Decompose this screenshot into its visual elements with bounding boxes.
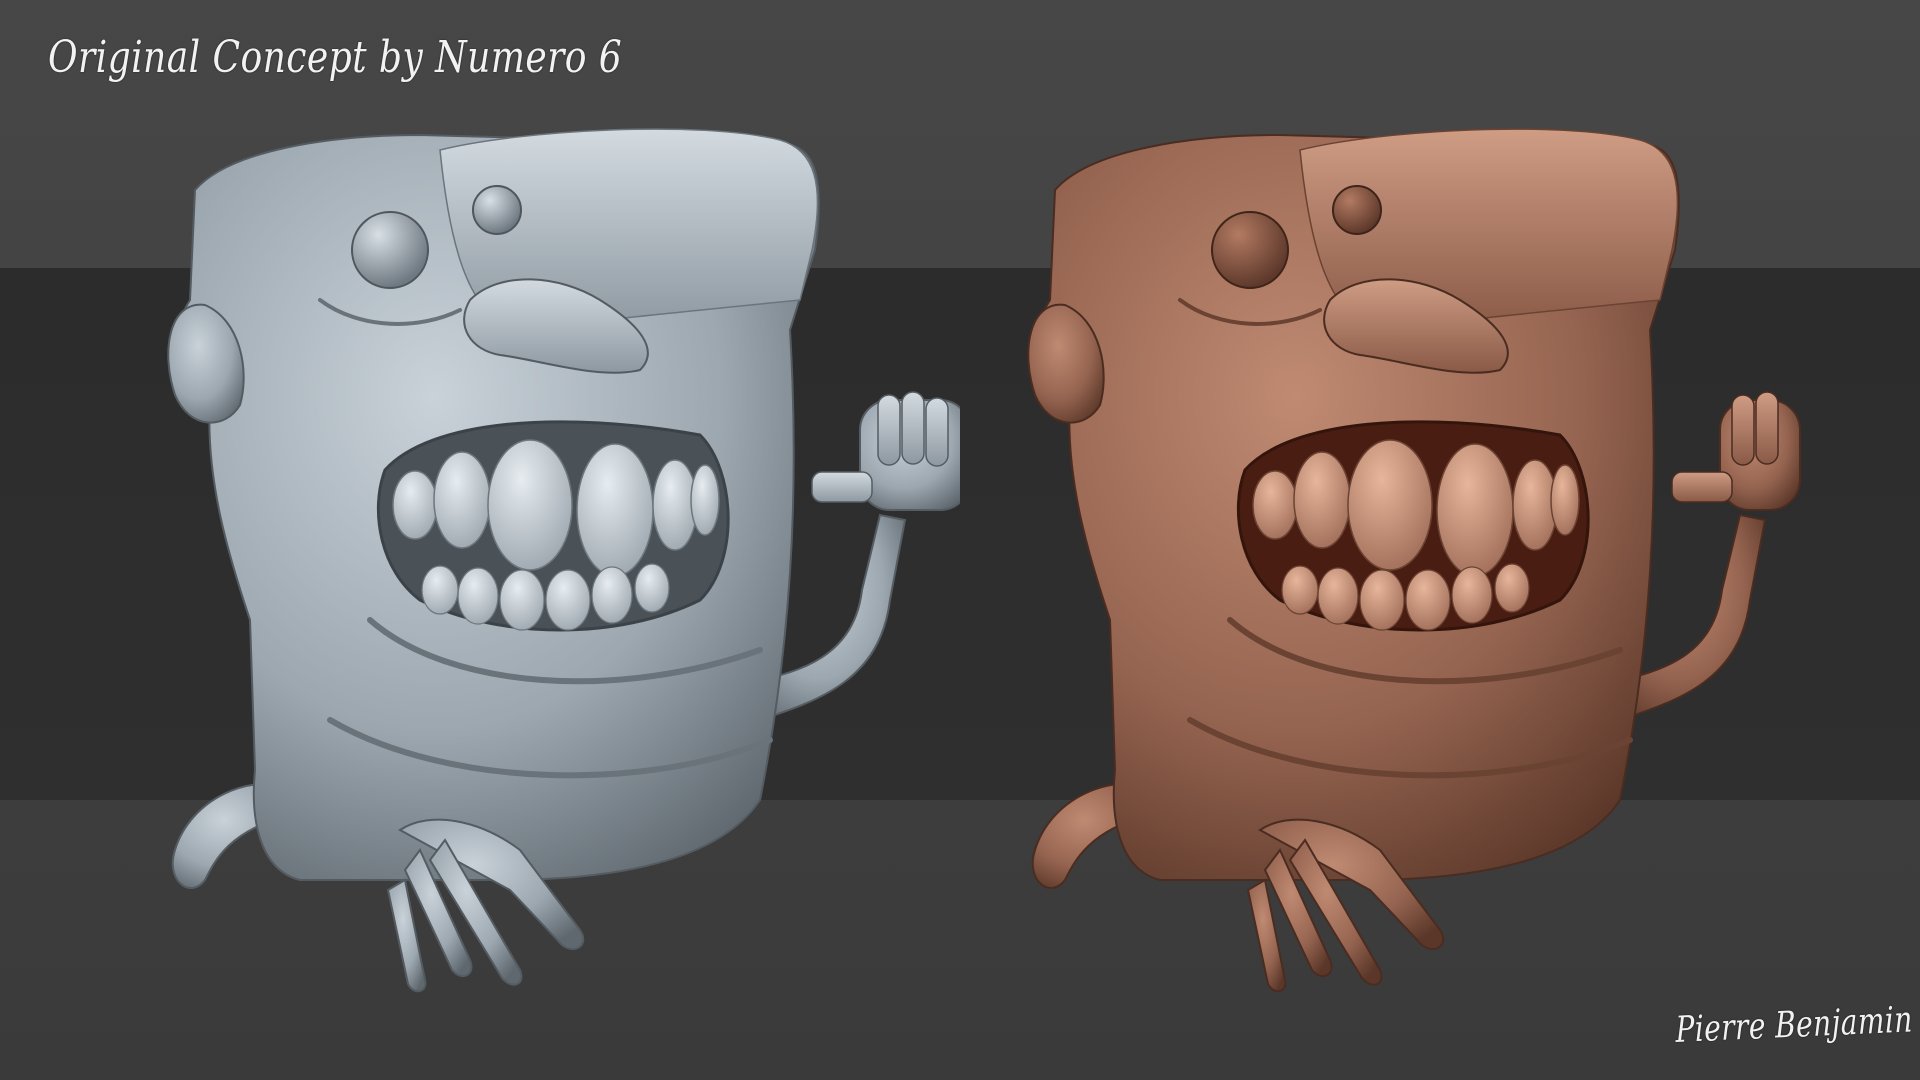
eye-large [1211,211,1289,289]
figure-brown [1027,128,1801,993]
fist [1671,391,1801,511]
eye-large [351,211,429,289]
figure-gray [167,128,960,993]
render-stage: Original Concept by Numero 6 Pierre Benj… [0,0,1920,1080]
eye-small [472,185,522,235]
eye-small [1332,185,1382,235]
sculpture-render-brown [1027,128,1801,993]
sculpture-render-gray [167,128,960,993]
